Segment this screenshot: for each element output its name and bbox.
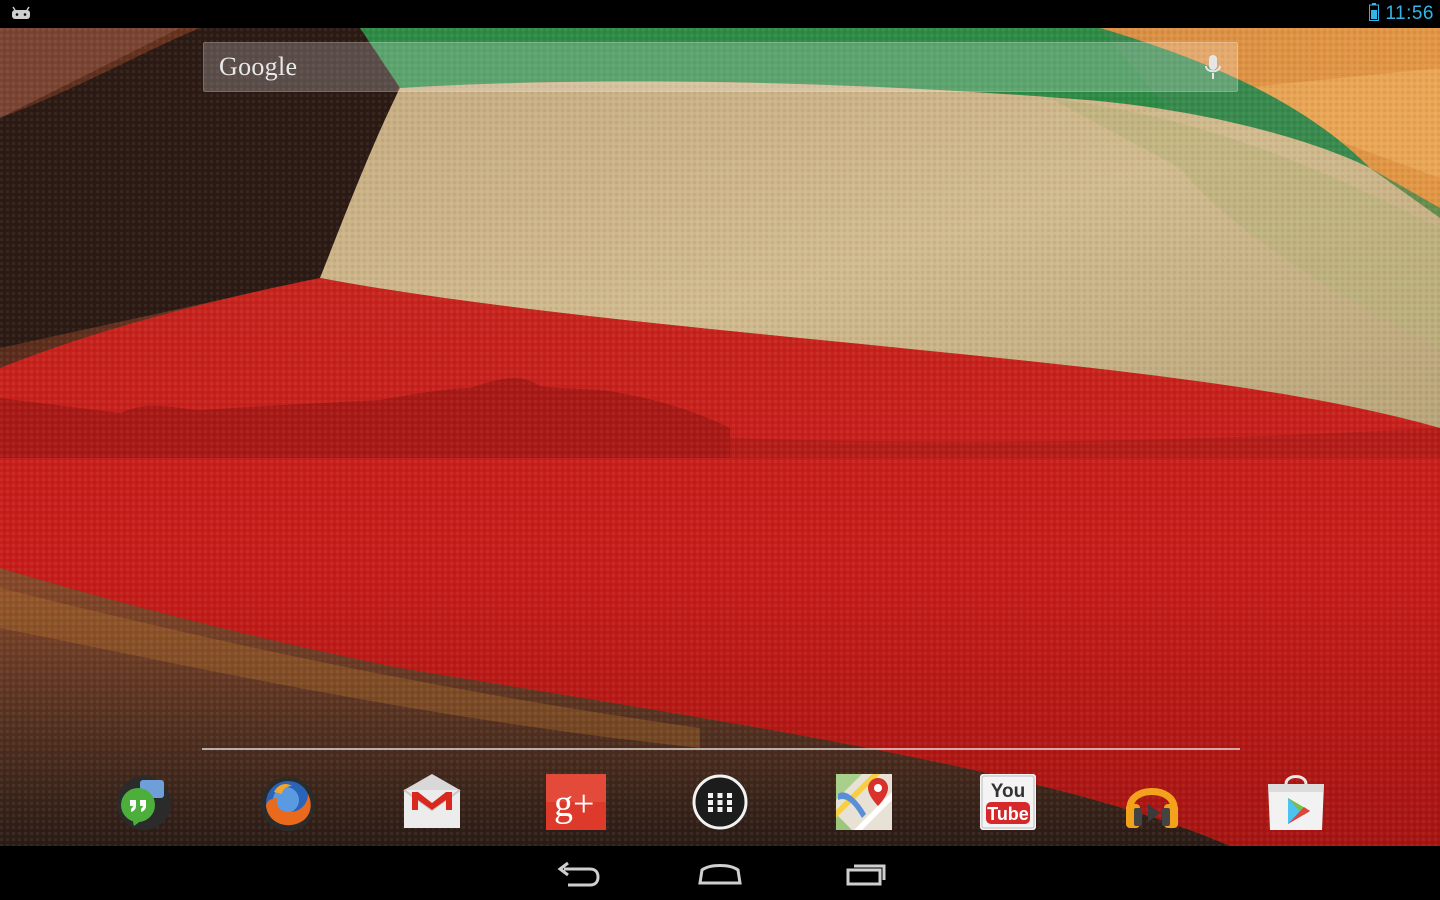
- hangouts-icon[interactable]: [112, 770, 176, 834]
- battery-icon: [1369, 2, 1380, 26]
- youtube-label-top: You: [991, 781, 1025, 802]
- status-indicators: 11:56: [1369, 2, 1434, 26]
- recents-icon[interactable]: [834, 856, 894, 890]
- youtube-label-bottom: Tube: [987, 804, 1029, 824]
- google-plus-label: g+: [554, 783, 594, 825]
- hotseat-dock: g+ You Tube: [0, 758, 1440, 844]
- app-drawer-icon[interactable]: [688, 770, 752, 834]
- firefox-icon[interactable]: [256, 770, 320, 834]
- home-icon[interactable]: [690, 856, 750, 890]
- status-bar: 11:56: [0, 0, 1440, 28]
- gmail-icon[interactable]: [400, 770, 464, 834]
- youtube-icon[interactable]: You Tube: [976, 770, 1040, 834]
- search-label: Google: [219, 52, 298, 81]
- google-search-bar[interactable]: Google: [203, 42, 1238, 92]
- dock-divider: [202, 748, 1240, 750]
- waving-flag-wallpaper: [0, 28, 1440, 846]
- back-icon[interactable]: [546, 856, 606, 890]
- play-store-icon[interactable]: [1264, 770, 1328, 834]
- maps-icon[interactable]: [832, 770, 896, 834]
- mic-icon[interactable]: [1203, 53, 1223, 83]
- google-plus-icon[interactable]: g+: [544, 770, 608, 834]
- android-debug-icon: [10, 6, 32, 22]
- navigation-bar: [0, 846, 1440, 900]
- clock: 11:56: [1385, 3, 1434, 24]
- play-music-icon[interactable]: [1120, 770, 1184, 834]
